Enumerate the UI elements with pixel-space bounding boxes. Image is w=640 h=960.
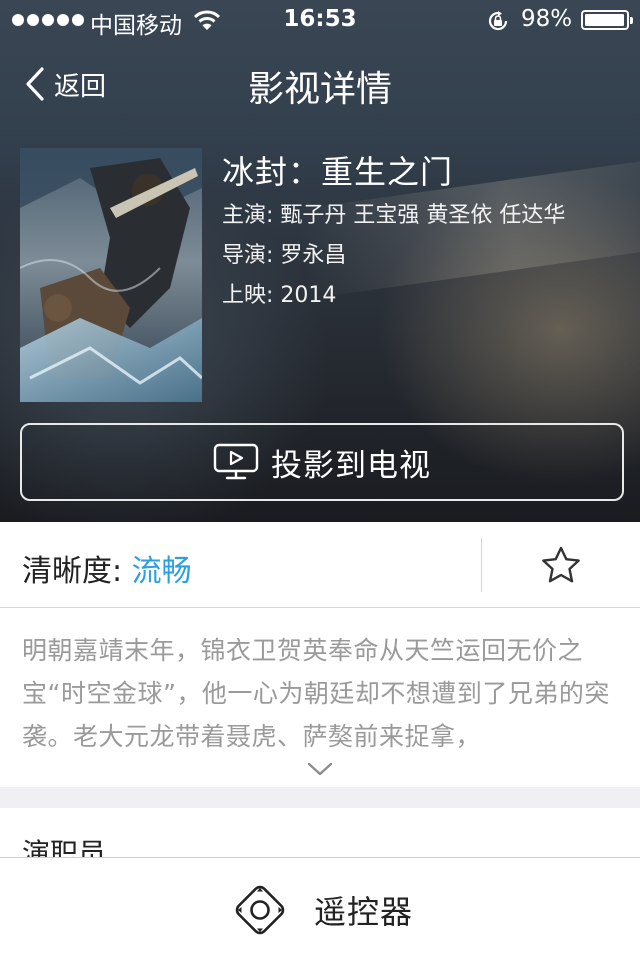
page-title: 影视详情: [247, 69, 392, 110]
movie-poster[interactable]: [20, 148, 202, 402]
movie-director: 导演: 罗永昌: [222, 243, 347, 268]
quality-row: 清晰度: 流畅: [0, 522, 640, 608]
movie-release: 上映: 2014: [222, 283, 337, 308]
favorite-button[interactable]: [481, 522, 640, 608]
cast-crew-heading: 演职员: [22, 837, 107, 860]
movie-hero: 中国移动 16:53 98% 返回 影视详情 冰封：重生之门 主演: 甄子丹 王…: [0, 0, 640, 522]
cast-crew-section: 演职员: [0, 808, 640, 860]
battery-percentage: 98%: [521, 6, 573, 32]
movie-info: 冰封：重生之门 主演: 甄子丹 王宝强 黄圣依 任达华 导演: 罗永昌 上映: …: [222, 148, 632, 316]
status-bar: 中国移动 16:53 98%: [0, 0, 640, 40]
battery-icon: [581, 10, 633, 30]
tv-play-icon: [213, 443, 259, 480]
synopsis-text: 明朝嘉靖末年，锦衣卫贺英奉命从天竺运回无价之宝“时空金球”，他一心为朝廷却不想遭…: [22, 636, 610, 751]
cast-button-label: 投影到电视: [271, 447, 431, 484]
movie-starring: 主演: 甄子丹 王宝强 黄圣依 任达华: [222, 203, 566, 228]
poster-artwork: [20, 148, 202, 402]
quality-setting: 清晰度: 流畅: [22, 546, 192, 590]
section-separator: [0, 787, 640, 808]
synopsis-section: 明朝嘉靖末年，锦衣卫贺英奉命从天竺运回无价之宝“时空金球”，他一心为朝廷却不想遭…: [0, 609, 640, 787]
star-icon: [541, 546, 580, 583]
movie-title: 冰封：重生之门: [222, 153, 454, 191]
remote-control-label: 遥控器: [314, 893, 414, 931]
chevron-down-icon[interactable]: [306, 759, 334, 779]
cast-to-tv-button[interactable]: 投影到电视: [20, 423, 624, 501]
quality-value-button[interactable]: 流畅: [132, 554, 192, 589]
remote-dpad-icon: [235, 885, 285, 935]
rotation-lock-icon: [488, 11, 508, 31]
remote-control-button[interactable]: 遥控器: [232, 878, 413, 942]
bottom-bar: 遥控器: [0, 857, 640, 960]
quality-label: 清晰度:: [22, 554, 132, 589]
navigation-bar: 返回 影视详情: [0, 40, 640, 128]
